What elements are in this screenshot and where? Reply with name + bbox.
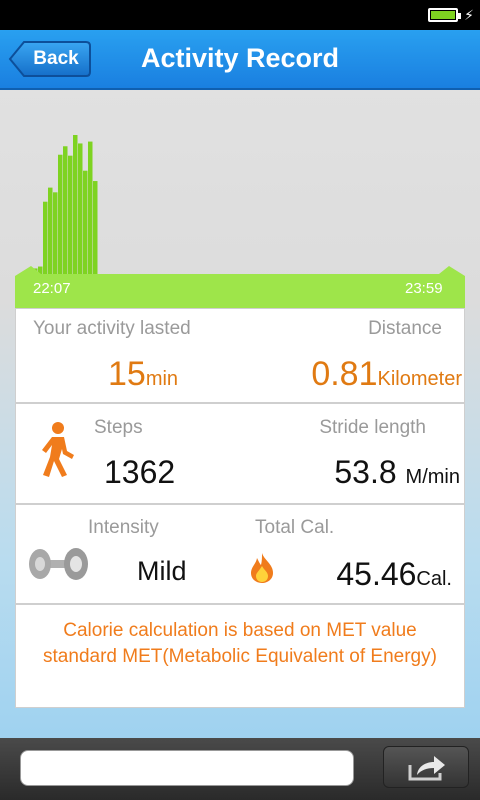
stride-length-label: Stride length — [319, 417, 426, 438]
chart-bar — [63, 146, 68, 275]
stride-length-unit: M/min — [405, 466, 460, 488]
page-title: Activity Record — [140, 43, 340, 73]
dumbbell-icon — [29, 548, 88, 580]
activity-duration: 15min — [108, 354, 178, 399]
time-axis-strip — [15, 266, 465, 308]
calorie-calculation-note: Calorie calculation is based on MET valu… — [43, 620, 437, 667]
back-button-label: Back — [33, 48, 79, 69]
chart-bar — [73, 135, 78, 275]
comment-input[interactable] — [20, 750, 354, 786]
back-button[interactable]: Back — [8, 40, 92, 78]
chart-bar — [88, 141, 93, 275]
distance-label: Distance — [368, 318, 442, 339]
activity-lasted-label: Your activity lasted — [33, 318, 191, 339]
steps-label: Steps — [94, 417, 143, 438]
share-button[interactable] — [383, 746, 469, 788]
chart-bar — [53, 192, 58, 275]
chart-bar — [68, 155, 73, 275]
share-icon — [408, 756, 445, 781]
chart-bar — [58, 154, 63, 275]
chart-start-time: 22:07 — [33, 280, 71, 297]
divider — [16, 603, 464, 605]
stride-length-value: 53.8 — [334, 454, 397, 490]
distance-unit: Kilometer — [377, 368, 462, 390]
status-bar: ⚡ — [0, 0, 480, 30]
divider — [16, 402, 464, 404]
chart-end-time: 23:59 — [405, 280, 443, 297]
chart-bar — [83, 170, 88, 275]
distance: 0.81Kilometer — [311, 354, 462, 399]
total-calories: 45.46Cal. — [336, 554, 452, 599]
divider — [16, 503, 464, 505]
stride-length: 53.8 M/min — [334, 452, 460, 497]
chart-bar — [93, 181, 98, 275]
total-calories-label: Total Cal. — [255, 517, 335, 538]
duration-value: 15 — [108, 355, 146, 393]
total-calories-unit: Cal. — [416, 568, 452, 590]
bottom-toolbar — [0, 738, 480, 800]
nav-bar: Back Activity Record — [0, 30, 480, 90]
battery-icon — [428, 8, 461, 22]
duration-unit: min — [145, 368, 179, 390]
walking-person-icon — [42, 422, 74, 477]
intensity-label: Intensity — [88, 517, 159, 538]
stats-card: Your activity lasted Distance 15min 0.81… — [15, 308, 465, 708]
distance-value: 0.81 — [311, 355, 378, 393]
charging-icon: ⚡ — [464, 7, 474, 23]
chart-bar — [48, 187, 53, 275]
chart-bar — [43, 201, 48, 275]
steps-value: 1362 — [104, 454, 176, 490]
total-calories-value: 45.46 — [336, 556, 417, 592]
intensity-value: Mild — [137, 556, 187, 586]
flame-icon — [251, 553, 273, 583]
chart-bar — [78, 143, 83, 275]
